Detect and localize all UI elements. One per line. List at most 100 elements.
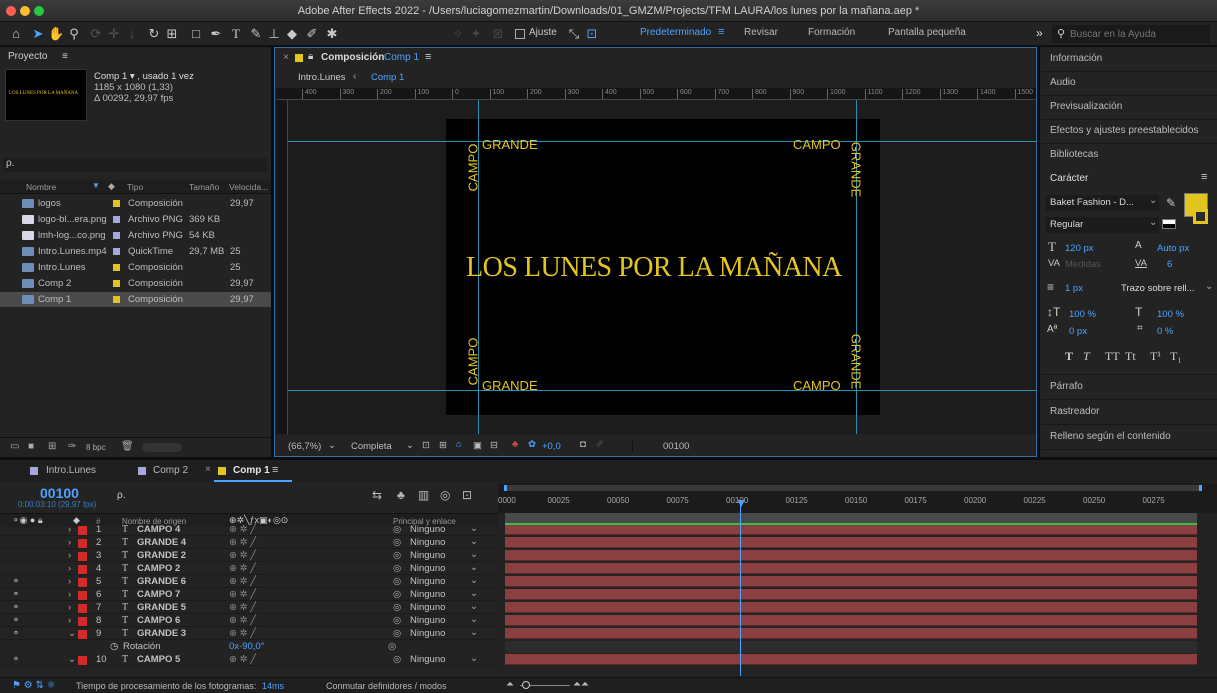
clone-stamp-tool-icon[interactable]: ⊥	[266, 26, 282, 42]
parent-pickwhip-icon[interactable]: ◎	[393, 550, 401, 562]
black-white-swatch[interactable]	[1162, 219, 1176, 229]
project-item-label-color[interactable]	[113, 264, 120, 271]
layer-row[interactable]: ⚬ › 6 T CAMPO 7 ⊕ ✲ ╱ ◎ Ninguno ⌄	[0, 588, 498, 601]
layer-row[interactable]: ⚬ ⌄ 9 T GRANDE 3 ⊕ ✲ ╱ ◎ Ninguno ⌄	[0, 627, 498, 640]
stopwatch-icon[interactable]: ◷	[110, 641, 118, 653]
breadcrumb-comp-1[interactable]: Comp 1	[371, 72, 404, 83]
project-search-box[interactable]: ρ.	[3, 158, 267, 172]
bpc-label[interactable]: 8 bpc	[86, 443, 106, 452]
hand-tool-icon[interactable]: ✋	[48, 26, 64, 42]
grid-guides-icon[interactable]: ⊟	[490, 440, 498, 451]
kerning-value[interactable]: Medidas	[1065, 259, 1101, 270]
right-panel-bottom-item-0[interactable]: Párrafo	[1041, 375, 1217, 400]
workspace-revisar[interactable]: Revisar	[744, 27, 778, 38]
exposure-icon[interactable]: ✿	[528, 439, 536, 450]
project-item[interactable]: logo-bl...era.png Archivo PNG 369 KB	[0, 212, 271, 227]
property-value[interactable]: 0x-90,0°	[229, 641, 265, 653]
parent-select[interactable]: Ninguno	[410, 589, 445, 601]
expression-pickwhip-icon[interactable]: ◎	[388, 641, 396, 653]
work-area-bar[interactable]	[504, 485, 1202, 491]
tracking-value[interactable]: 6	[1167, 259, 1172, 270]
layer-row[interactable]: › 3 T GRANDE 2 ⊕ ✲ ╱ ◎ Ninguno ⌄	[0, 549, 498, 562]
new-comp-icon[interactable]: ⊞	[48, 441, 56, 452]
canvas-text-bottom-left[interactable]: GRANDE	[482, 378, 538, 393]
layer-duration-bar[interactable]	[505, 602, 1197, 613]
draft-3d-icon[interactable]: ♣	[397, 488, 405, 502]
pan-camera-icon[interactable]: ✛	[106, 26, 122, 42]
character-panel-title[interactable]: Carácter	[1050, 173, 1088, 184]
layer-switches-icons[interactable]: ⊕ ✲ ╱	[229, 654, 256, 666]
composition-mini-flowchart-icon[interactable]: ⇆	[372, 488, 382, 502]
horizontal-scale-value[interactable]: 100 %	[1157, 309, 1184, 320]
orbit-camera-icon[interactable]: ⟳	[88, 26, 104, 42]
minimize-window-button[interactable]	[20, 6, 30, 16]
parent-select[interactable]: Ninguno	[410, 602, 445, 614]
layer-duration-bar[interactable]	[505, 537, 1197, 548]
comp-viewer[interactable]: 400 300 200 100 0 100 200 300 400 500 600 700 800 900…	[276, 88, 1036, 434]
layer-label-color[interactable]	[78, 578, 87, 587]
exposure-value[interactable]: +0,0	[542, 441, 561, 452]
dolly-camera-icon[interactable]: ↓	[124, 26, 140, 42]
baseline-shift-value[interactable]: 0 px	[1069, 326, 1087, 337]
project-item-label-color[interactable]	[113, 232, 120, 239]
layer-name[interactable]: CAMPO 7	[137, 589, 180, 601]
zoom-window-button[interactable]	[34, 6, 44, 16]
layer-label-color[interactable]	[78, 604, 87, 613]
comp-panel-label[interactable]: Composición	[321, 52, 384, 63]
canvas-text-top-left-vertical[interactable]: CAMPO	[465, 144, 480, 192]
parent-pickwhip-icon[interactable]: ◎	[393, 589, 401, 601]
eye-icon[interactable]: ⚬	[12, 589, 20, 601]
local-axis-icon[interactable]: ✧	[450, 26, 466, 42]
project-item-label-color[interactable]	[113, 216, 120, 223]
all-caps-button[interactable]: TT	[1105, 349, 1120, 364]
roto-brush-icon[interactable]: ✐	[304, 26, 320, 42]
parent-pickwhip-icon[interactable]: ◎	[393, 654, 401, 666]
leading-value[interactable]: Auto px	[1157, 243, 1189, 254]
close-comp-panel-icon[interactable]: ×	[283, 52, 289, 63]
puppet-pin-icon[interactable]: ✱	[324, 26, 340, 42]
right-panel-item-0[interactable]: Información	[1041, 47, 1217, 72]
parent-select[interactable]: Ninguno	[410, 524, 445, 536]
mask-visibility-icon[interactable]: ⌂	[456, 439, 462, 450]
timeline-timecode[interactable]: 00100	[40, 485, 79, 501]
sort-icon[interactable]: ▼	[92, 181, 100, 190]
eye-icon[interactable]: ⚬	[12, 615, 20, 627]
expand-chevron-icon[interactable]: ›	[68, 615, 71, 627]
show-snapshot-icon[interactable]: ✐	[596, 439, 604, 450]
parent-pickwhip-icon[interactable]: ◎	[393, 615, 401, 627]
layer-switches-icons[interactable]: ⊕ ✲ ╱	[229, 615, 256, 627]
layer-label-color[interactable]	[78, 539, 87, 548]
canvas-text-top-right[interactable]: CAMPO	[793, 137, 841, 152]
type-tool-icon[interactable]: T	[228, 26, 244, 42]
current-time-indicator[interactable]	[740, 500, 742, 676]
parent-pickwhip-icon[interactable]: ◎	[393, 537, 401, 549]
zoom-in-icon[interactable]: ⏶⏶	[573, 679, 589, 690]
vertical-ruler[interactable]	[276, 100, 288, 434]
brush-tool-icon[interactable]: ✎	[248, 26, 264, 42]
toggle-switches-modes-button[interactable]: Conmutar definidores / modos	[326, 681, 447, 691]
layer-label-color[interactable]	[78, 552, 87, 561]
graph-editor-icon[interactable]: ⊡	[462, 488, 472, 502]
property-row-rotation[interactable]: ◷ Rotación 0x-90,0° ◎	[0, 641, 498, 653]
parent-pickwhip-icon[interactable]: ◎	[393, 628, 401, 640]
resolution-select[interactable]: Completa	[351, 441, 392, 452]
expand-chevron-icon[interactable]: ›	[68, 537, 71, 549]
layer-switches-icons[interactable]: ⊕ ✲ ╱	[229, 537, 256, 549]
expand-chevron-icon[interactable]: ›	[68, 576, 71, 588]
layer-switches-icons[interactable]: ⊕ ✲ ╱	[229, 628, 256, 640]
expand-chevron-icon[interactable]: ›	[68, 524, 71, 536]
parent-select[interactable]: Ninguno	[410, 537, 445, 549]
layer-duration-bar[interactable]	[505, 589, 1197, 600]
tab-comp-2[interactable]: Comp 2	[153, 465, 188, 476]
project-item-label-color[interactable]	[113, 296, 120, 303]
right-panel-item-2[interactable]: Previsualización	[1041, 95, 1217, 120]
breadcrumb-intro-lunes[interactable]: Intro.Lunes	[298, 72, 346, 83]
layer-row[interactable]: › 1 T CAMPO 4 ⊕ ✲ ╱ ◎ Ninguno ⌄	[0, 523, 498, 536]
parent-pickwhip-icon[interactable]: ◎	[393, 602, 401, 614]
layer-switches-icons[interactable]: ⊕ ✲ ╱	[229, 524, 256, 536]
interpret-footage-icon[interactable]: ▭	[10, 441, 19, 452]
layer-label-color[interactable]	[78, 630, 87, 639]
parent-select[interactable]: Ninguno	[410, 550, 445, 562]
expand-chevron-icon[interactable]: ›	[68, 589, 71, 601]
layer-name[interactable]: CAMPO 4	[137, 524, 180, 536]
